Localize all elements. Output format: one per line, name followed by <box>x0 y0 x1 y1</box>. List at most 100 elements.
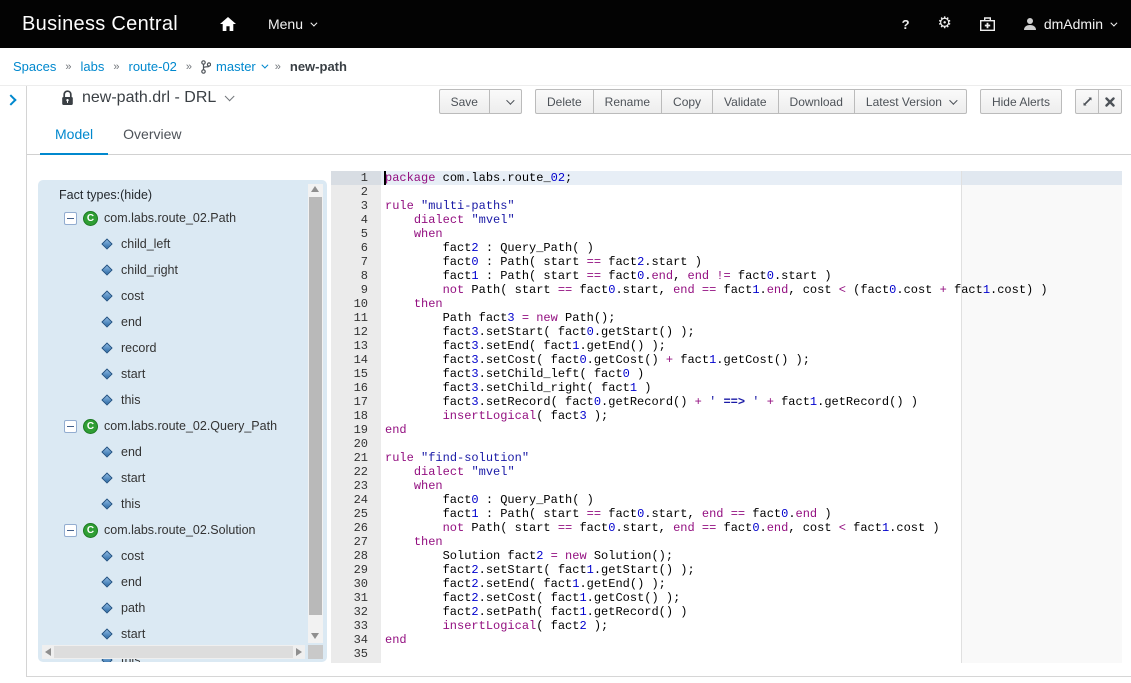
breadcrumb-labs[interactable]: labs <box>81 59 105 74</box>
gutter-line-number[interactable]: 3 <box>331 199 381 213</box>
collapse-minus-icon[interactable] <box>64 212 77 225</box>
code-line[interactable]: insertLogical( fact3 ); <box>381 409 1122 423</box>
scrollbar-thumb[interactable] <box>309 197 322 615</box>
fact-field-node[interactable]: cost <box>38 283 305 309</box>
branch-selector[interactable]: master <box>201 59 266 74</box>
gutter-line-number[interactable]: 8 <box>331 269 381 283</box>
code-line[interactable]: fact2.setEnd( fact1.getEnd() ); <box>381 577 1122 591</box>
code-line[interactable]: when <box>381 479 1122 493</box>
gutter-line-number[interactable]: 25 <box>331 507 381 521</box>
code-line[interactable]: end <box>381 633 1122 647</box>
user-menu[interactable]: dmAdmin <box>1023 16 1115 32</box>
code-line[interactable]: Path fact3 = new Path(); <box>381 311 1122 325</box>
copy-button[interactable]: Copy <box>661 89 713 114</box>
gutter-line-number[interactable]: 7 <box>331 255 381 269</box>
download-button[interactable]: Download <box>778 89 855 114</box>
gutter-line-number[interactable]: 26 <box>331 521 381 535</box>
code-line[interactable]: fact3.setStart( fact0.getStart() ); <box>381 325 1122 339</box>
code-line[interactable]: rule "multi-paths" <box>381 199 1122 213</box>
gutter-line-number[interactable]: 34 <box>331 633 381 647</box>
gutter-line-number[interactable]: 30 <box>331 577 381 591</box>
scroll-up-icon[interactable] <box>311 186 319 192</box>
gutter-line-number[interactable]: 4 <box>331 213 381 227</box>
asset-title-dropdown[interactable]: new-path.drl - DRL <box>61 89 231 107</box>
menu-dropdown[interactable]: Menu <box>268 16 315 32</box>
collapse-minus-icon[interactable] <box>64 524 77 537</box>
fact-class-node[interactable]: Ccom.labs.route_02.Query_Path <box>38 413 305 439</box>
version-dropdown[interactable]: Latest Version <box>854 89 967 114</box>
home-button[interactable] <box>220 17 236 31</box>
gutter-line-number[interactable]: 9 <box>331 283 381 297</box>
code-line[interactable] <box>381 647 1122 661</box>
code-line[interactable]: fact1 : Path( start == fact0.start, end … <box>381 507 1122 521</box>
scrollbar-thumb[interactable] <box>54 646 293 658</box>
fact-field-node[interactable]: this <box>38 387 305 413</box>
code-line[interactable]: Solution fact2 = new Solution(); <box>381 549 1122 563</box>
code-line[interactable]: fact2.setCost( fact1.getCost() ); <box>381 591 1122 605</box>
scroll-right-icon[interactable] <box>296 648 302 656</box>
code-line[interactable]: dialect "mvel" <box>381 213 1122 227</box>
breadcrumb-spaces[interactable]: Spaces <box>13 59 56 74</box>
fact-field-node[interactable]: end <box>38 569 305 595</box>
code-line[interactable] <box>381 437 1122 451</box>
gutter-line-number[interactable]: 33 <box>331 619 381 633</box>
gutter-line-number[interactable]: 15 <box>331 367 381 381</box>
code-line[interactable]: fact3.setRecord( fact0.getRecord() + ' =… <box>381 395 1122 409</box>
scroll-down-icon[interactable] <box>311 633 319 639</box>
code-line[interactable] <box>381 185 1122 199</box>
fact-class-node[interactable]: Ccom.labs.route_02.Solution <box>38 517 305 543</box>
tab-overview[interactable]: Overview <box>108 116 196 155</box>
code-line[interactable]: end <box>381 423 1122 437</box>
gutter-line-number[interactable]: 19 <box>331 423 381 437</box>
gutter-line-number[interactable]: 16 <box>331 381 381 395</box>
code-line[interactable]: fact3.setCost( fact0.getCost() + fact1.g… <box>381 353 1122 367</box>
collapse-minus-icon[interactable] <box>64 420 77 433</box>
gutter-line-number[interactable]: 20 <box>331 437 381 451</box>
gutter-line-number[interactable]: 35 <box>331 647 381 661</box>
code-line[interactable]: not Path( start == fact0.start, end == f… <box>381 521 1122 535</box>
fact-field-node[interactable]: path <box>38 595 305 621</box>
fact-field-node[interactable]: start <box>38 361 305 387</box>
gutter-line-number[interactable]: 29 <box>331 563 381 577</box>
fact-field-node[interactable]: start <box>38 621 305 647</box>
code-line[interactable]: fact2.setPath( fact1.getRecord() ) <box>381 605 1122 619</box>
gutter-line-number[interactable]: 10 <box>331 297 381 311</box>
rename-button[interactable]: Rename <box>593 89 662 114</box>
close-button[interactable] <box>1098 89 1122 114</box>
horizontal-scrollbar[interactable] <box>42 645 305 659</box>
gutter-line-number[interactable]: 5 <box>331 227 381 241</box>
gutter-line-number[interactable]: 22 <box>331 465 381 479</box>
fact-types-header[interactable]: Fact types:(hide) <box>59 188 152 202</box>
gutter-line-number[interactable]: 17 <box>331 395 381 409</box>
breadcrumb-route-02[interactable]: route-02 <box>128 59 176 74</box>
gutter-line-number[interactable]: 28 <box>331 549 381 563</box>
gutter-line-number[interactable]: 27 <box>331 535 381 549</box>
code-line[interactable]: package com.labs.route_02; <box>381 171 1122 185</box>
code-line[interactable]: fact3.setChild_right( fact1 ) <box>381 381 1122 395</box>
code-line[interactable]: fact3.setChild_left( fact0 ) <box>381 367 1122 381</box>
vertical-scrollbar[interactable] <box>308 184 323 643</box>
gutter-line-number[interactable]: 1 <box>331 171 381 185</box>
fact-field-node[interactable]: end <box>38 309 305 335</box>
code-line[interactable]: rule "find-solution" <box>381 451 1122 465</box>
gutter-line-number[interactable]: 21 <box>331 451 381 465</box>
drl-source-editor[interactable]: 1234567891011121314151617181920212223242… <box>331 171 1122 663</box>
code-line[interactable]: when <box>381 227 1122 241</box>
code-line[interactable]: fact1 : Path( start == fact0.end, end !=… <box>381 269 1122 283</box>
fact-field-node[interactable]: start <box>38 465 305 491</box>
code-line[interactable]: then <box>381 297 1122 311</box>
save-dropdown-toggle[interactable] <box>489 89 522 114</box>
validate-button[interactable]: Validate <box>712 89 778 114</box>
save-button[interactable]: Save <box>439 89 490 114</box>
code-line[interactable]: dialect "mvel" <box>381 465 1122 479</box>
gutter-line-number[interactable]: 11 <box>331 311 381 325</box>
gutter-line-number[interactable]: 6 <box>331 241 381 255</box>
fact-field-node[interactable]: end <box>38 439 305 465</box>
code-text-area[interactable]: package com.labs.route_02;rule "multi-pa… <box>381 171 1122 661</box>
help-button[interactable]: ? <box>888 17 924 32</box>
gutter-line-number[interactable]: 32 <box>331 605 381 619</box>
gutter-line-number[interactable]: 12 <box>331 325 381 339</box>
delete-button[interactable]: Delete <box>535 89 594 114</box>
code-line[interactable]: insertLogical( fact2 ); <box>381 619 1122 633</box>
code-line[interactable]: fact0 : Path( start == fact2.start ) <box>381 255 1122 269</box>
